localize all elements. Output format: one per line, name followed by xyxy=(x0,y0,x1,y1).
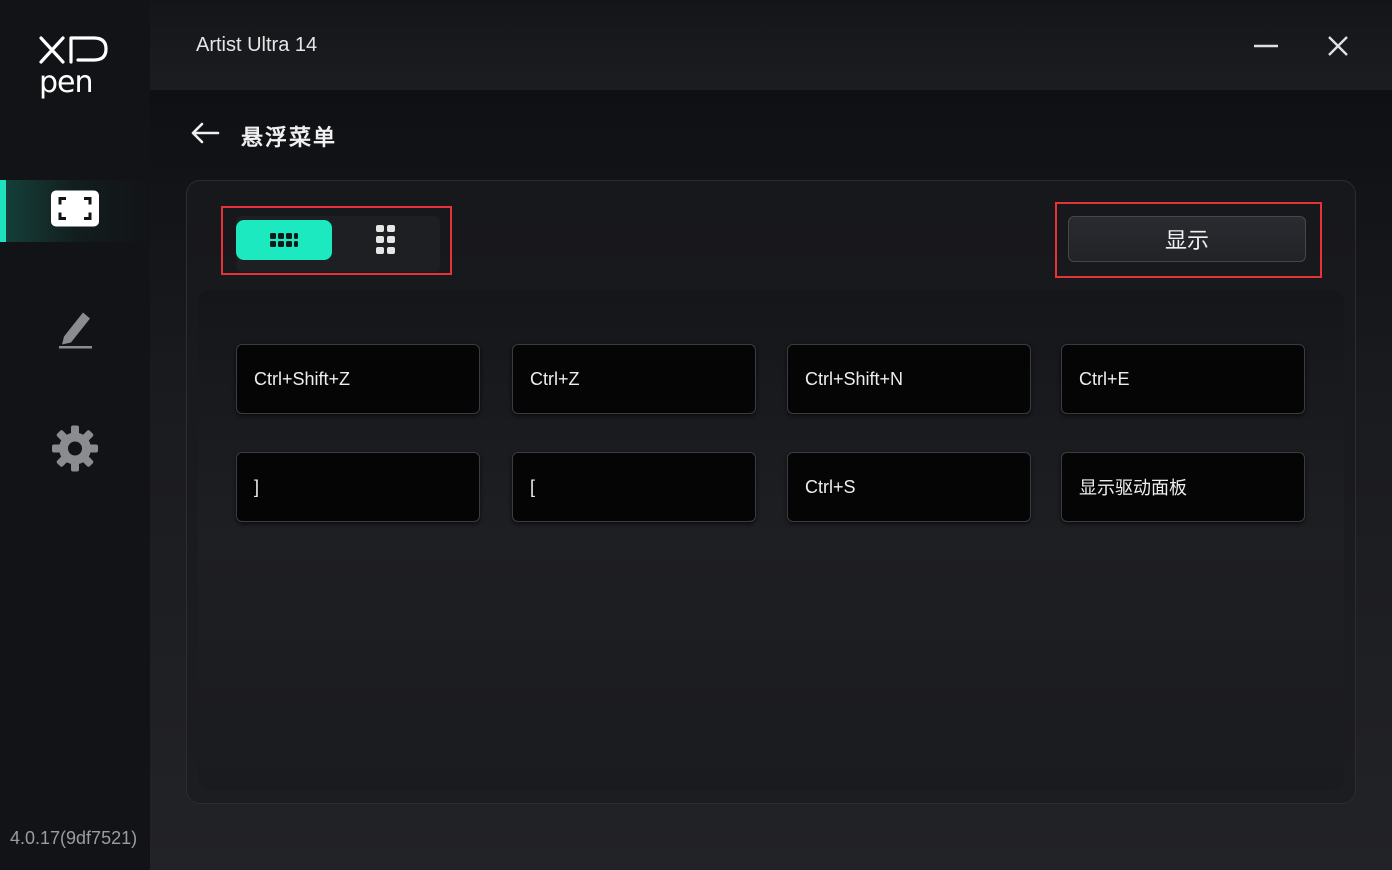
sidebar-item-display[interactable] xyxy=(0,180,150,242)
sidebar-item-settings[interactable] xyxy=(0,420,150,482)
svg-text:pen: pen xyxy=(39,65,93,100)
shortcut-key[interactable]: Ctrl+S xyxy=(787,452,1031,522)
back-button[interactable] xyxy=(190,120,220,146)
shortcut-key[interactable]: Ctrl+Z xyxy=(512,344,756,414)
shortcut-key[interactable]: [ xyxy=(512,452,756,522)
sidebar: pen 4.0.17(9df7521) xyxy=(0,0,150,870)
main-content: 悬浮菜单 显示 Ctrl+Shift+Z Ctrl+Z Ctrl+Shift+N… xyxy=(150,90,1392,870)
left-arrow-icon xyxy=(191,122,220,144)
screen-frame-icon xyxy=(50,190,100,233)
shortcut-key[interactable]: Ctrl+E xyxy=(1061,344,1305,414)
minimize-button[interactable] xyxy=(1248,28,1284,64)
toggle-highlight-box xyxy=(221,206,452,275)
pen-icon xyxy=(55,305,95,354)
close-icon xyxy=(1328,36,1348,56)
minimize-icon xyxy=(1254,44,1278,48)
page-title: 悬浮菜单 xyxy=(241,125,338,150)
gear-icon xyxy=(51,425,99,478)
version-label: 4.0.17(9df7521) xyxy=(10,828,138,848)
show-highlight-box xyxy=(1055,202,1322,278)
close-button[interactable] xyxy=(1320,28,1356,64)
sidebar-item-pen[interactable] xyxy=(0,298,150,360)
xppen-logo: pen xyxy=(38,34,112,100)
shortcut-key[interactable]: Ctrl+Shift+N xyxy=(787,344,1031,414)
shortcut-key[interactable]: Ctrl+Shift+Z xyxy=(236,344,480,414)
shortcut-key[interactable]: ] xyxy=(236,452,480,522)
device-title: Artist Ultra 14 xyxy=(196,34,318,56)
title-bar: Artist Ultra 14 xyxy=(150,0,1392,90)
shortcut-key[interactable]: 显示驱动面板 xyxy=(1061,452,1305,522)
